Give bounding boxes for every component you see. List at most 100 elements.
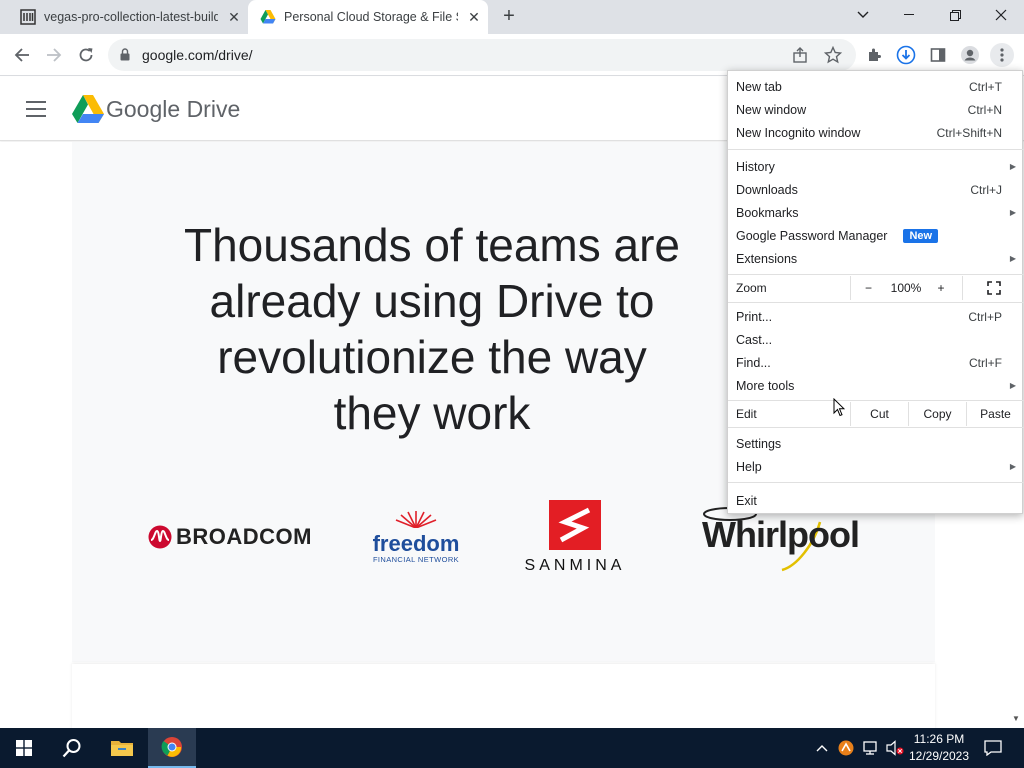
restore-button[interactable] xyxy=(932,0,978,30)
menu-item-bookmarks[interactable]: Bookmarks ▶ xyxy=(728,201,1024,224)
new-tab-button[interactable]: + xyxy=(498,5,520,27)
menu-item-new-tab[interactable]: New tab Ctrl+T xyxy=(728,75,1024,98)
zoom-out-button[interactable]: − xyxy=(850,276,886,300)
chevron-up-icon xyxy=(816,745,828,752)
whirlpool-wordmark: Whirlpool xyxy=(702,514,860,555)
file-explorer-button[interactable] xyxy=(98,728,146,768)
chrome-menu-button[interactable] xyxy=(990,43,1014,67)
close-window-button[interactable] xyxy=(978,0,1024,30)
menu-item-exit[interactable]: Exit xyxy=(728,489,1024,512)
copy-button[interactable]: Copy xyxy=(908,402,966,426)
address-bar[interactable]: google.com/drive/ xyxy=(108,39,856,71)
zoom-row: Zoom − 100% + xyxy=(728,276,1024,300)
bookmark-star-icon[interactable] xyxy=(824,46,842,64)
chrome-main-menu: New tab Ctrl+T New window Ctrl+N New Incog… xyxy=(727,70,1024,514)
menu-label: Bookmarks xyxy=(736,205,799,220)
menu-shortcut: Ctrl+F xyxy=(969,355,1002,370)
share-icon[interactable] xyxy=(792,47,808,63)
freedom-wordmark: freedom xyxy=(372,531,460,556)
menu-item-downloads[interactable]: Downloads Ctrl+J xyxy=(728,178,1024,201)
profile-button[interactable] xyxy=(958,43,982,67)
fullscreen-button[interactable] xyxy=(962,276,1024,300)
menu-item-settings[interactable]: Settings xyxy=(728,432,1024,455)
google-drive-logo-icon[interactable] xyxy=(72,95,104,123)
side-panel-icon xyxy=(930,48,946,62)
download-icon xyxy=(896,45,916,65)
menu-item-print[interactable]: Print... Ctrl+P xyxy=(728,305,1024,328)
clock-time: 11:26 PM xyxy=(913,732,965,746)
windows-logo-icon xyxy=(16,740,32,756)
menu-item-help[interactable]: Help ▶ xyxy=(728,455,1024,478)
edit-label: Edit xyxy=(736,407,757,421)
menu-separator xyxy=(728,427,1024,428)
menu-item-cast[interactable]: Cast... xyxy=(728,328,1024,351)
orange-app-icon xyxy=(838,740,854,756)
tab-close-icon[interactable]: ✕ xyxy=(466,9,482,25)
downloads-button[interactable] xyxy=(894,43,918,67)
freedom-subtitle: FINANCIAL NETWORK xyxy=(372,555,460,564)
network-icon xyxy=(863,741,877,755)
zoom-label: Zoom xyxy=(736,281,767,295)
menu-item-extensions[interactable]: Extensions ▶ xyxy=(728,247,1024,270)
menu-item-new-window[interactable]: New window Ctrl+N xyxy=(728,98,1024,121)
clock[interactable]: 11:26 PM 12/29/2023 xyxy=(908,731,970,765)
menu-item-new-incognito[interactable]: New Incognito window Ctrl+Shift+N xyxy=(728,121,1024,144)
zoom-level: 100% xyxy=(890,281,922,295)
chevron-down-icon xyxy=(857,11,869,18)
submenu-arrow-icon: ▶ xyxy=(1009,162,1016,171)
extensions-button[interactable] xyxy=(862,43,886,67)
menu-shortcut: Ctrl+N xyxy=(967,102,1002,117)
menu-separator xyxy=(728,274,1024,275)
cut-button[interactable]: Cut xyxy=(850,402,908,426)
menu-label: Google Password Manager xyxy=(736,228,888,243)
minimize-button[interactable] xyxy=(886,0,932,30)
submenu-arrow-icon: ▶ xyxy=(1009,381,1016,390)
lock-icon xyxy=(120,48,130,61)
menu-separator xyxy=(728,149,1024,150)
forward-button[interactable] xyxy=(41,42,67,68)
show-hidden-icons-button[interactable] xyxy=(812,728,832,768)
menu-label: Extensions xyxy=(736,251,798,266)
hamburger-menu-icon[interactable] xyxy=(26,101,46,117)
mouse-cursor-icon xyxy=(833,398,845,417)
tab-google-drive[interactable]: Personal Cloud Storage & File Sh ✕ xyxy=(248,0,488,34)
volume-button[interactable] xyxy=(884,728,906,768)
menu-item-history[interactable]: History ▶ xyxy=(728,155,1024,178)
menu-label: Cast... xyxy=(736,332,773,347)
tray-app-icon[interactable] xyxy=(836,728,856,768)
brand-google: Google xyxy=(106,96,181,122)
menu-item-find[interactable]: Find... Ctrl+F xyxy=(728,351,1024,374)
sanmina-mark-icon xyxy=(549,500,601,550)
menu-label: History xyxy=(736,159,775,174)
minimize-icon xyxy=(904,14,914,15)
network-button[interactable] xyxy=(860,728,882,768)
more-vert-icon xyxy=(1000,48,1004,62)
menu-label: New tab xyxy=(736,79,782,94)
menu-item-password-manager[interactable]: Google Password Manager New xyxy=(728,224,1024,247)
chrome-icon xyxy=(161,737,182,757)
action-center-button[interactable] xyxy=(978,728,1008,768)
chrome-taskbar-button[interactable] xyxy=(148,728,196,768)
drive-brand-title[interactable]: Google Drive xyxy=(106,96,240,123)
browser-tab-strip: vegas-pro-collection-latest-build ✕ Pers… xyxy=(0,0,1024,34)
back-button[interactable] xyxy=(9,42,35,68)
paste-button[interactable]: Paste xyxy=(966,402,1024,426)
tab-close-icon[interactable]: ✕ xyxy=(226,9,242,25)
reload-icon xyxy=(79,48,93,62)
menu-label: Downloads xyxy=(736,182,798,197)
zoom-in-button[interactable]: + xyxy=(926,276,956,300)
side-panel-button[interactable] xyxy=(926,43,950,67)
scroll-down-arrow-icon[interactable]: ▼ xyxy=(1008,711,1024,727)
tab-vegas-pro[interactable]: vegas-pro-collection-latest-build ✕ xyxy=(12,0,248,34)
hero-headline: Thousands of teams are already using Dri… xyxy=(183,219,681,439)
reload-button[interactable] xyxy=(73,42,99,68)
submenu-arrow-icon: ▶ xyxy=(1009,462,1016,471)
search-button[interactable] xyxy=(48,728,96,768)
menu-label: New window xyxy=(736,102,807,117)
start-button[interactable] xyxy=(0,728,48,768)
menu-separator xyxy=(728,482,1024,483)
search-icon xyxy=(62,739,81,758)
tab-search-button[interactable] xyxy=(840,0,886,30)
menu-item-more-tools[interactable]: More tools ▶ xyxy=(728,374,1024,397)
submenu-arrow-icon: ▶ xyxy=(1009,208,1016,217)
